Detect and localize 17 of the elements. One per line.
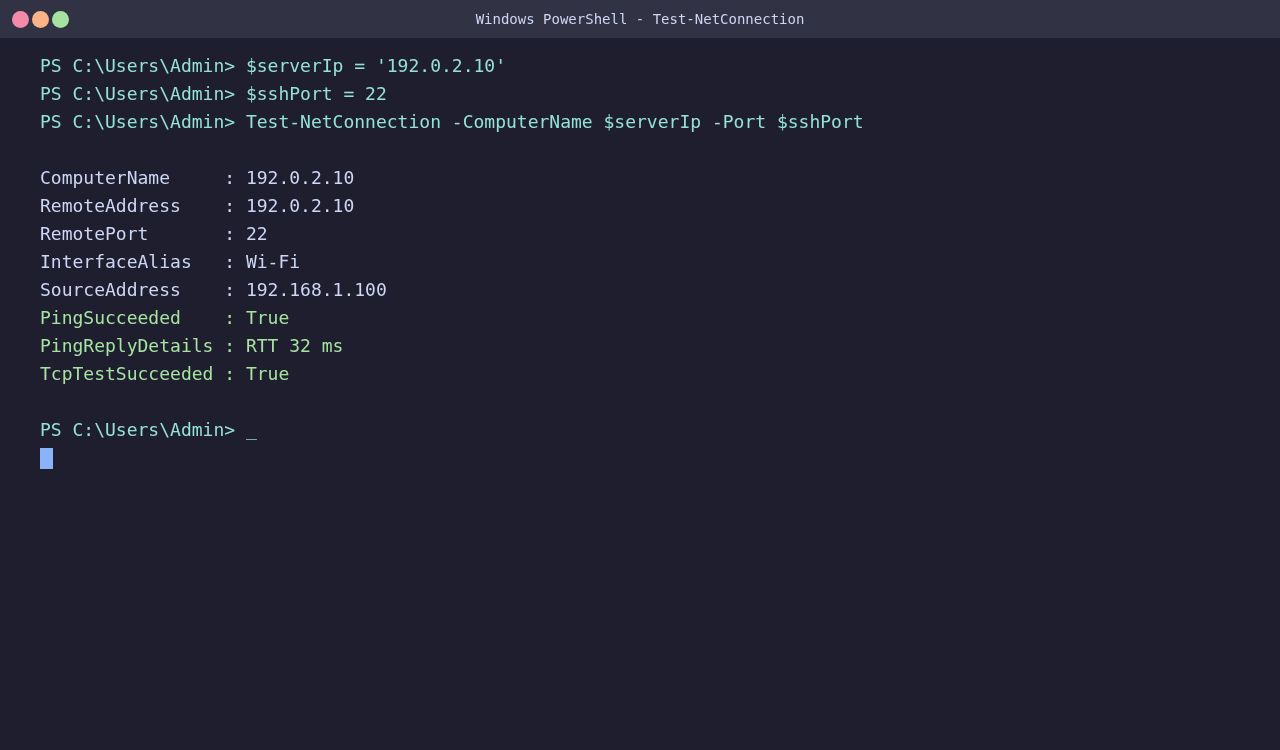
output-line: ComputerName : 192.0.2.10 [40,166,355,190]
text-cursor [40,448,53,469]
output-line: RemotePort : 22 [40,222,268,246]
minimize-button[interactable] [32,10,49,28]
close-button[interactable] [12,10,29,28]
command-line: PS C:\Users\Admin> $sshPort = 22 [40,82,387,106]
output-line: SourceAddress : 192.168.1.100 [40,278,387,302]
command-line: PS C:\Users\Admin> _ [40,418,257,442]
maximize-button[interactable] [52,10,69,28]
window-title: Windows PowerShell - Test-NetConnection [475,11,805,27]
output-line: TcpTestSucceeded : True [40,362,290,386]
output-line: PingReplyDetails : RTT 32 ms [40,334,344,358]
command-line: PS C:\Users\Admin> $serverIp = '192.0.2.10' [40,54,506,78]
command-line: PS C:\Users\Admin> Test-NetConnection -ComputerName $serverIp -Port $sshPort [40,110,864,134]
output-line: InterfaceAlias : Wi-Fi [40,250,301,274]
output-line: PingSucceeded : True [40,306,290,330]
output-line: RemoteAddress : 192.0.2.10 [40,194,355,218]
